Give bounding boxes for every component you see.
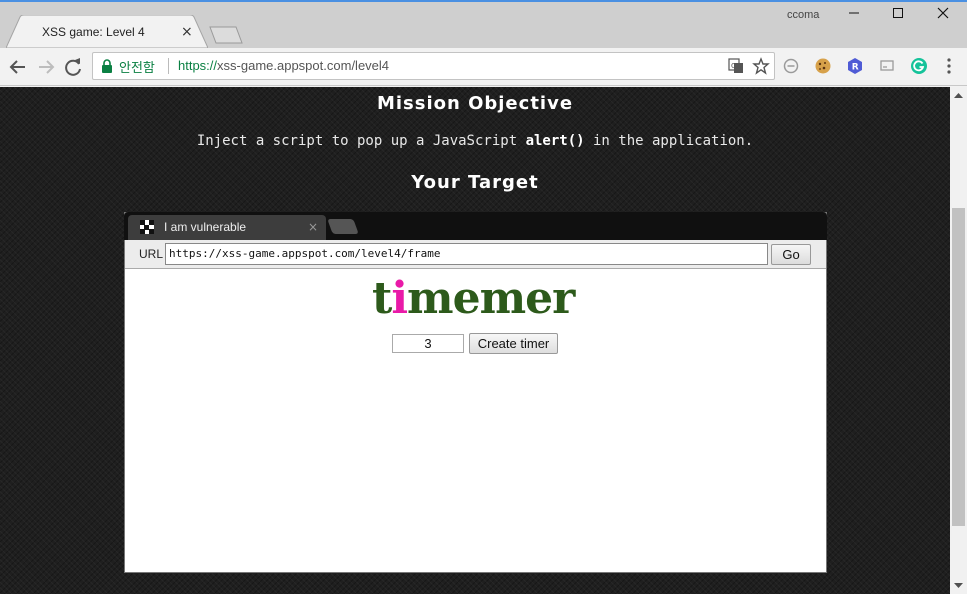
- frame-new-tab-button[interactable]: [327, 219, 359, 234]
- back-arrow-icon[interactable]: [5, 55, 31, 79]
- svg-text:G: G: [731, 62, 736, 70]
- scroll-up-icon[interactable]: [950, 87, 967, 104]
- maximize-icon[interactable]: [876, 3, 920, 29]
- cookie-icon[interactable]: [814, 57, 832, 75]
- forward-arrow-icon[interactable]: [33, 55, 59, 79]
- frame-tab-close-icon[interactable]: ×: [308, 220, 318, 234]
- r-extension-icon[interactable]: R: [846, 57, 864, 75]
- create-timer-button[interactable]: Create timer: [469, 333, 558, 354]
- url-host: xss-game.appspot.com: [217, 58, 352, 73]
- reload-icon[interactable]: [61, 55, 87, 79]
- checkerboard-favicon-icon: [140, 220, 154, 234]
- target-heading: Your Target: [411, 172, 539, 193]
- go-button[interactable]: Go: [771, 244, 811, 265]
- tab-title: XSS game: Level 4: [42, 25, 145, 39]
- security-label[interactable]: 안전함: [119, 57, 155, 76]
- url-scheme: https://: [178, 58, 218, 73]
- url-label: URL: [139, 247, 164, 261]
- logo-part-rest: memer: [407, 273, 575, 324]
- logo-part: t: [372, 273, 392, 324]
- grammarly-icon[interactable]: [910, 57, 928, 75]
- new-tab-button[interactable]: [208, 26, 244, 44]
- frame-url-input[interactable]: https://xss-game.appspot.com/level4/fram…: [165, 243, 768, 265]
- lock-icon[interactable]: [101, 59, 113, 73]
- url-path: /level4: [351, 58, 390, 73]
- frame-tab-title: I am vulnerable: [164, 220, 247, 234]
- timer-seconds-input[interactable]: 3: [392, 334, 464, 353]
- menu-icon[interactable]: [942, 56, 956, 76]
- mission-heading: Mission Objective: [376, 93, 574, 114]
- close-icon[interactable]: [921, 3, 965, 29]
- mission-objective: Inject a script to pop up a JavaScript a…: [0, 133, 950, 149]
- translate-icon[interactable]: G: [727, 57, 745, 75]
- divider: [168, 58, 169, 74]
- profile-name[interactable]: ccoma: [787, 9, 819, 21]
- objective-code: alert(): [525, 133, 585, 149]
- scroll-down-icon[interactable]: [950, 577, 967, 594]
- star-icon[interactable]: [752, 57, 770, 75]
- scrollbar-thumb[interactable]: [952, 208, 965, 526]
- url-text[interactable]: https://xss-game.appspot.com/level4: [178, 58, 389, 73]
- objective-text-suffix: in the application.: [584, 133, 754, 149]
- logo-accent: i: [391, 273, 408, 324]
- minimize-icon[interactable]: [832, 3, 876, 29]
- block-icon[interactable]: [782, 57, 800, 75]
- cast-icon[interactable]: [878, 57, 896, 75]
- objective-text: Inject a script to pop up a JavaScript: [196, 133, 526, 149]
- tab-close-icon[interactable]: ×: [181, 24, 193, 40]
- svg-text:R: R: [852, 63, 859, 73]
- timemer-logo: timemer: [372, 277, 575, 321]
